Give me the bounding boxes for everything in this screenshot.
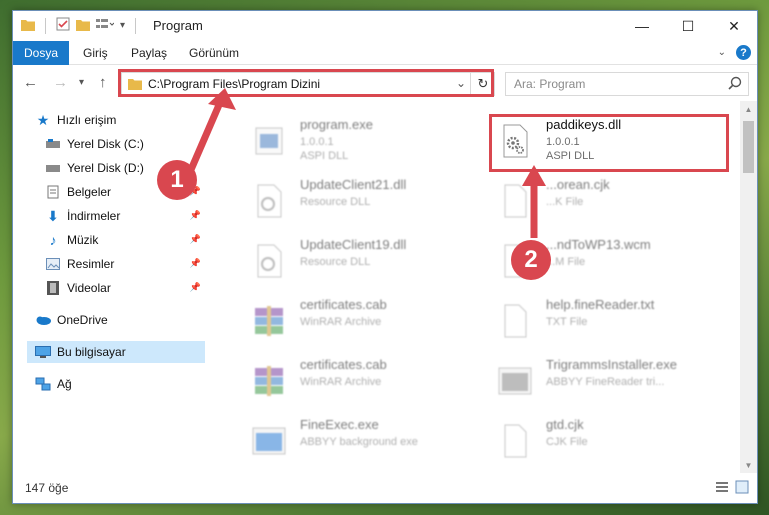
- callout-arrows: [186, 88, 546, 238]
- callout-1: 1: [157, 160, 197, 200]
- callout-2: 2: [511, 240, 551, 280]
